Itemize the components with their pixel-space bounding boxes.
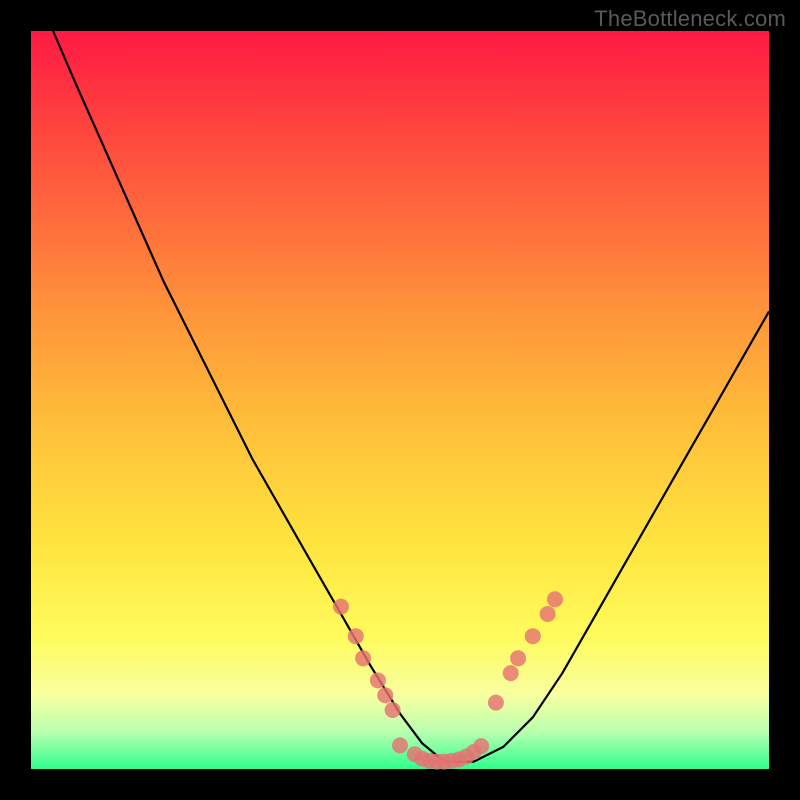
marker-right-cluster bbox=[525, 628, 541, 644]
curve-plot bbox=[31, 31, 769, 769]
marker-right-cluster bbox=[540, 606, 556, 622]
marker-left-cluster bbox=[370, 672, 386, 688]
watermark-text: TheBottleneck.com bbox=[594, 6, 786, 32]
bottleneck-curve bbox=[53, 31, 769, 762]
marker-right-cluster bbox=[488, 695, 504, 711]
chart-area bbox=[31, 31, 769, 769]
marker-left-cluster bbox=[348, 628, 364, 644]
marker-bottom-cluster bbox=[392, 737, 408, 753]
marker-left-cluster bbox=[385, 702, 401, 718]
marker-bottom-cluster bbox=[473, 738, 489, 754]
marker-right-cluster bbox=[547, 591, 563, 607]
data-points bbox=[333, 591, 563, 769]
marker-left-cluster bbox=[377, 687, 393, 703]
marker-left-cluster bbox=[333, 599, 349, 615]
marker-left-cluster bbox=[355, 650, 371, 666]
marker-right-cluster bbox=[503, 665, 519, 681]
marker-right-cluster bbox=[510, 650, 526, 666]
